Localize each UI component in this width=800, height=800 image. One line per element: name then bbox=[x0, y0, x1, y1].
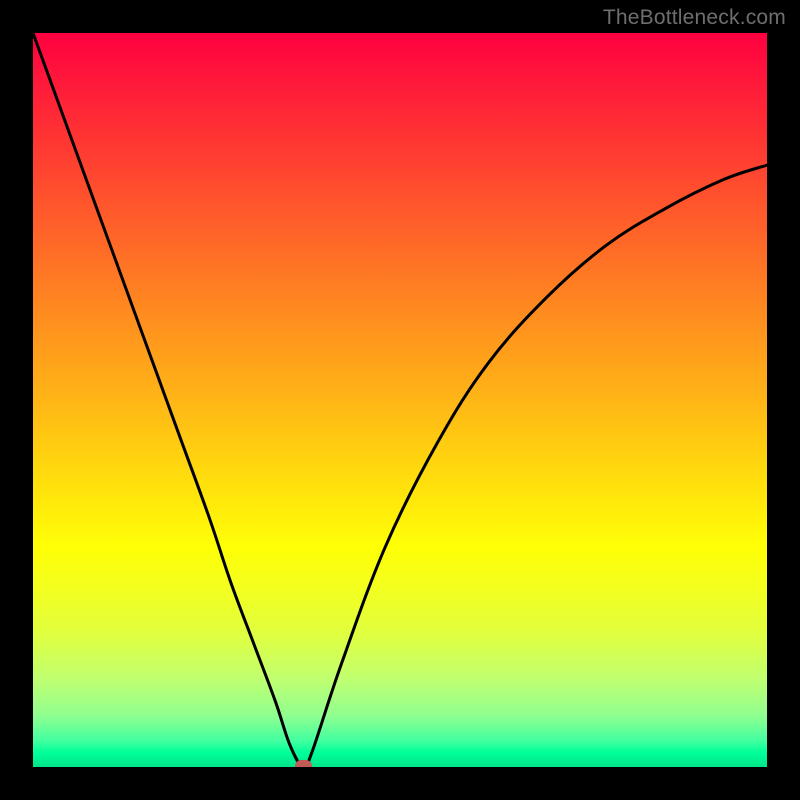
chart-frame: TheBottleneck.com bbox=[0, 0, 800, 800]
plot-area bbox=[33, 33, 767, 767]
watermark-text: TheBottleneck.com bbox=[603, 6, 786, 30]
optimal-point-marker bbox=[295, 760, 312, 767]
bottleneck-curve bbox=[33, 33, 767, 767]
curve-svg bbox=[33, 33, 767, 767]
